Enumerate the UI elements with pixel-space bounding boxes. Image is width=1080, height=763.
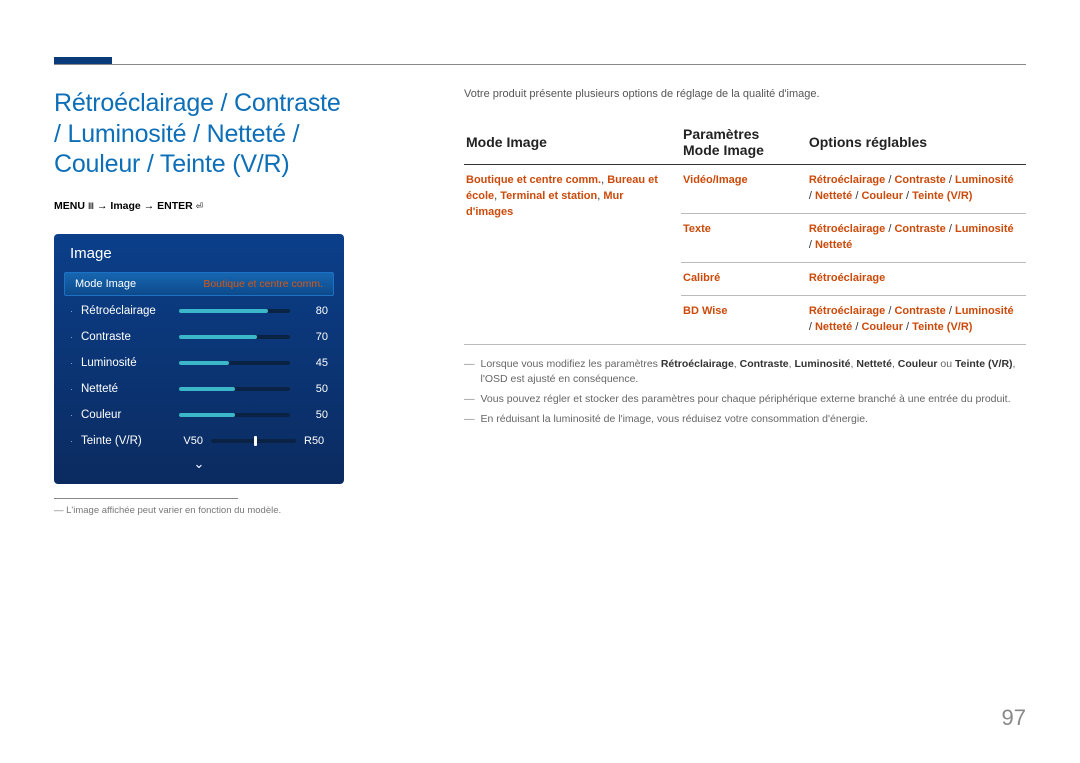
osd-panel: Image Mode Image Boutique et centre comm… xyxy=(54,234,344,484)
osd-slider-track[interactable] xyxy=(179,335,290,339)
enter-label: ENTER xyxy=(157,200,193,212)
osd-row-3[interactable]: · Netteté 50 xyxy=(54,376,344,402)
osd-footnote: ― L'image affichée peut varier en foncti… xyxy=(54,505,352,516)
osd-row-label: Contraste xyxy=(81,331,173,343)
osd-tint-right: R50 xyxy=(304,435,328,447)
menu-icon: Ⅲ xyxy=(88,201,94,212)
bullet-icon: · xyxy=(70,384,73,394)
osd-row-value: 50 xyxy=(306,383,328,395)
osd-mode-row[interactable]: Mode Image Boutique et centre comm. xyxy=(64,272,334,296)
enter-icon: ⏎ xyxy=(196,201,204,212)
bullet-icon: · xyxy=(70,358,73,368)
menu-label: MENU xyxy=(54,200,85,212)
osd-row-2[interactable]: · Luminosité 45 xyxy=(54,350,344,376)
arrow1: → xyxy=(97,200,108,212)
table-row: Boutique et centre comm., Bureau et écol… xyxy=(464,165,1026,214)
cell-options: Rétroéclairage / Contraste / Luminosité … xyxy=(807,295,1026,344)
osd-row-label: Couleur xyxy=(81,409,173,421)
dash-icon: ― xyxy=(464,412,475,428)
note-1: Lorsque vous modifiez les paramètres Rét… xyxy=(481,357,1027,389)
osd-tint-label: Teinte (V/R) xyxy=(81,435,173,447)
bullet-icon: · xyxy=(70,332,73,342)
osd-slider-track[interactable] xyxy=(179,413,290,417)
cell-params: Vidéo/Image xyxy=(681,165,807,214)
osd-tint-track[interactable] xyxy=(211,439,296,443)
osd-slider-track[interactable] xyxy=(179,387,290,391)
th-options: Options réglables xyxy=(807,122,1026,165)
menu-seg1: Image xyxy=(110,200,140,212)
th-params: Paramètres Mode Image xyxy=(681,122,807,165)
osd-mode-label: Mode Image xyxy=(75,278,136,290)
note-2: Vous pouvez régler et stocker des paramè… xyxy=(481,392,1011,408)
th-mode: Mode Image xyxy=(464,122,681,165)
right-column: Votre produit présente plusieurs options… xyxy=(464,88,1026,516)
osd-row-value: 50 xyxy=(306,409,328,421)
bullet-icon: · xyxy=(70,436,73,446)
menu-path: MENU Ⅲ → Image → ENTER ⏎ xyxy=(54,200,352,212)
header-accent xyxy=(54,57,112,64)
bullet-icon: · xyxy=(70,306,73,316)
dash-icon: ― xyxy=(464,392,475,408)
osd-row-label: Rétroéclairage xyxy=(81,305,173,317)
osd-tint-left: V50 xyxy=(179,435,203,447)
header-divider xyxy=(54,64,1026,65)
chevron-down-icon[interactable]: ⌄ xyxy=(54,454,344,476)
cell-params: BD Wise xyxy=(681,295,807,344)
osd-note-divider xyxy=(54,498,238,499)
intro-text: Votre produit présente plusieurs options… xyxy=(464,88,1026,100)
cell-mode: Boutique et centre comm., Bureau et écol… xyxy=(464,165,681,345)
arrow2: → xyxy=(144,200,155,212)
osd-mode-value: Boutique et centre comm. xyxy=(203,278,323,290)
page-title: Rétroéclairage / Contraste / Luminosité … xyxy=(54,88,352,180)
cell-options: Rétroéclairage xyxy=(807,262,1026,295)
note-3: En réduisant la luminosité de l'image, v… xyxy=(481,412,868,428)
cell-options: Rétroéclairage / Contraste / Luminosité … xyxy=(807,165,1026,214)
osd-row-value: 80 xyxy=(306,305,328,317)
cell-options: Rétroéclairage / Contraste / Luminosité … xyxy=(807,213,1026,262)
osd-slider-track[interactable] xyxy=(179,361,290,365)
osd-row-4[interactable]: · Couleur 50 xyxy=(54,402,344,428)
cell-params: Texte xyxy=(681,213,807,262)
cell-params: Calibré xyxy=(681,262,807,295)
osd-row-0[interactable]: · Rétroéclairage 80 xyxy=(54,298,344,324)
osd-row-label: Luminosité xyxy=(81,357,173,369)
osd-row-tint[interactable]: · Teinte (V/R) V50 R50 xyxy=(54,428,344,454)
osd-row-label: Netteté xyxy=(81,383,173,395)
osd-row-value: 70 xyxy=(306,331,328,343)
osd-title: Image xyxy=(54,234,344,272)
footnotes: ― Lorsque vous modifiez les paramètres R… xyxy=(464,357,1026,428)
page-body: Rétroéclairage / Contraste / Luminosité … xyxy=(54,88,1026,516)
left-column: Rétroéclairage / Contraste / Luminosité … xyxy=(54,88,352,516)
options-table: Mode Image Paramètres Mode Image Options… xyxy=(464,122,1026,345)
dash-icon: ― xyxy=(464,357,475,389)
page-number: 97 xyxy=(1002,705,1026,731)
osd-row-value: 45 xyxy=(306,357,328,369)
osd-slider-track[interactable] xyxy=(179,309,290,313)
osd-row-1[interactable]: · Contraste 70 xyxy=(54,324,344,350)
bullet-icon: · xyxy=(70,410,73,420)
